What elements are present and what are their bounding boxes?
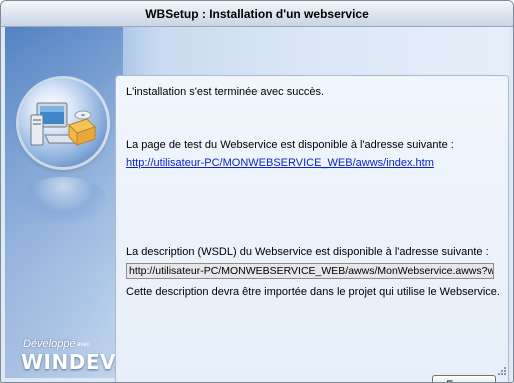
computer-setup-icon <box>30 102 96 147</box>
wsdl-label: La description (WSDL) du Webservice est … <box>126 246 489 258</box>
window-title: WBSetup : Installation d'un webservice <box>145 7 369 21</box>
window-client-area: Développé avec WINDEV. L'installation s'… <box>5 27 509 382</box>
windev-logo: Développé avec WINDEV. <box>17 338 121 374</box>
import-note: Cette description devra être importée da… <box>126 286 500 298</box>
resize-grip-icon[interactable] <box>497 366 507 376</box>
globe-reflection <box>19 177 107 223</box>
logo-developed-text: Développé <box>23 338 76 350</box>
title-bar[interactable]: WBSetup : Installation d'un webservice <box>1 1 513 27</box>
test-page-link[interactable]: http://utilisateur-PC/MONWEBSERVICE_WEB/… <box>126 157 434 169</box>
logo-avec-text: avec <box>77 342 90 348</box>
test-page-label: La page de test du Webservice est dispon… <box>126 139 454 151</box>
wsdl-url-field[interactable]: http://utilisateur-PC/MONWEBSERVICE_WEB/… <box>126 263 494 279</box>
logo-product-text: WINDEV. <box>21 350 122 374</box>
close-button[interactable]: Fermer <box>432 375 496 382</box>
success-message: L'installation s'est terminée avec succè… <box>126 86 325 98</box>
setup-window: WBSetup : Installation d'un webservice D… <box>0 0 514 383</box>
content-panel: L'installation s'est terminée avec succè… <box>115 75 509 382</box>
